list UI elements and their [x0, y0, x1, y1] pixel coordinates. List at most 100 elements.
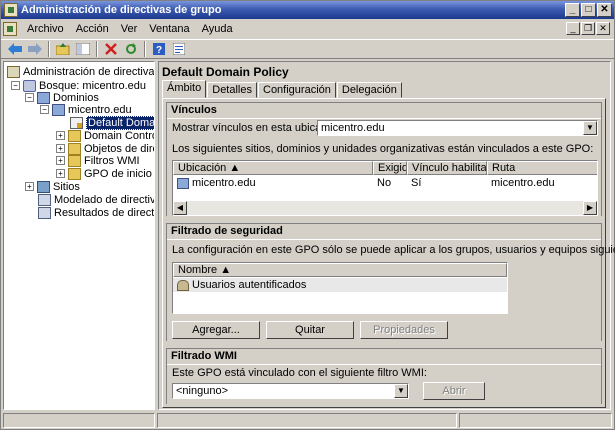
security-filtering-section: Filtrado de seguridad La configuración e… [166, 223, 615, 341]
console-tree[interactable]: Administración de directivas de gr − Bos… [3, 61, 155, 410]
status-cell [157, 413, 457, 428]
tab-configuracion[interactable]: Configuración [258, 82, 336, 98]
folder-icon [68, 142, 81, 155]
document-menu-icon[interactable] [3, 22, 17, 36]
results-icon [38, 206, 51, 219]
status-cell [3, 413, 155, 428]
wmi-body: Este GPO está vinculado con el siguiente… [167, 365, 601, 404]
up-folder-button[interactable] [53, 40, 73, 58]
menu-ventana[interactable]: Ventana [143, 20, 195, 38]
wmi-filtering-section: Filtrado WMI Este GPO está vinculado con… [166, 348, 602, 404]
tree-item-domain[interactable]: − micentro.edu [40, 103, 132, 116]
minimize-button[interactable]: _ [565, 3, 580, 17]
security-description: La configuración en este GPO sólo se pue… [172, 244, 615, 256]
toolbar-separator [96, 41, 98, 57]
column-vinculo-habilitado[interactable]: Vínculo habilitado [407, 161, 487, 175]
gpo-link-icon [70, 116, 83, 129]
wmi-header: Filtrado WMI [167, 349, 601, 364]
properties-button[interactable]: Propiedades [360, 321, 448, 339]
menu-bar: Archivo Acción Ver Ventana Ayuda _ ❐ ✕ [1, 20, 614, 38]
delete-button[interactable] [101, 40, 121, 58]
collapse-icon[interactable]: − [40, 105, 49, 114]
properties-button[interactable] [169, 40, 189, 58]
menu-ver[interactable]: Ver [115, 20, 144, 38]
expand-icon[interactable]: + [56, 131, 65, 140]
list-item[interactable]: Usuarios autentificados [173, 278, 507, 292]
tab-delegacion[interactable]: Delegación [336, 82, 402, 98]
domains-icon [37, 91, 50, 104]
show-tree-button[interactable] [73, 40, 93, 58]
refresh-icon [126, 43, 136, 54]
collapse-icon[interactable]: − [25, 93, 34, 102]
properties-icon [173, 43, 185, 55]
maximize-button[interactable]: □ [581, 3, 596, 17]
show-tree-icon [76, 43, 90, 55]
title-bar[interactable]: Administración de directivas de grupo _ … [1, 1, 614, 19]
collapse-icon[interactable]: − [11, 81, 20, 90]
remove-button[interactable]: Quitar [266, 321, 354, 339]
gpmc-icon [7, 65, 20, 78]
tree-item-domain-controllers[interactable]: + Domain Controller [56, 129, 154, 142]
tree-item-modeling[interactable]: Modelado de directivas de [38, 193, 154, 206]
wmi-filter-combobox[interactable]: <ninguno> ▼ [172, 383, 409, 399]
links-body: Mostrar vínculos en esta ubicación: mice… [167, 119, 601, 216]
expand-icon[interactable]: + [56, 156, 65, 165]
folder-icon [68, 154, 81, 167]
tree-item-starter-gpos[interactable]: + GPO de inicio [56, 167, 152, 180]
security-header: Filtrado de seguridad [167, 224, 601, 239]
forward-button[interactable] [25, 40, 45, 58]
tree-item-sites[interactable]: + Sitios [25, 180, 80, 193]
domain-icon [177, 177, 189, 189]
menu-archivo[interactable]: Archivo [21, 20, 70, 38]
delete-icon [105, 43, 117, 55]
menu-ayuda[interactable]: Ayuda [196, 20, 239, 38]
tree-item-root[interactable]: Administración de directivas de gr [7, 65, 154, 78]
back-button[interactable] [5, 40, 25, 58]
mdi-restore-button[interactable]: ❐ [581, 22, 595, 35]
menu-accion[interactable]: Acción [70, 20, 115, 38]
security-list-header: Nombre ▲ [173, 263, 507, 277]
table-row[interactable]: micentro.edu No Sí micentro.edu [173, 176, 597, 190]
domain-icon [52, 103, 65, 116]
open-button[interactable]: Abrir [423, 382, 485, 400]
tab-strip: Ámbito Detalles Configuración Delegación [162, 80, 403, 98]
expand-icon[interactable]: + [56, 144, 65, 153]
mdi-close-button[interactable]: ✕ [596, 22, 610, 35]
mdi-controls: _ ❐ ✕ [566, 22, 610, 35]
sites-icon [37, 180, 50, 193]
links-horizontal-scrollbar[interactable]: ◀ ▶ [173, 201, 597, 215]
close-button[interactable]: ✕ [597, 3, 612, 17]
help-icon: ? [153, 43, 165, 55]
dropdown-arrow-icon[interactable]: ▼ [394, 384, 408, 398]
tree-item-wmi-filters[interactable]: + Filtros WMI [56, 154, 140, 167]
scroll-right-icon[interactable]: ▶ [583, 201, 597, 215]
tree-item-default-domain-policy[interactable]: Default Domain Po [70, 115, 154, 130]
refresh-button[interactable] [121, 40, 141, 58]
expand-icon[interactable]: + [56, 169, 65, 178]
forward-icon [28, 43, 42, 55]
security-listview[interactable]: Nombre ▲ Usuarios autentificados [172, 262, 508, 314]
column-nombre[interactable]: Nombre ▲ [173, 263, 507, 277]
expand-icon[interactable]: + [25, 182, 34, 191]
links-listview[interactable]: Ubicación ▲ Exigida Vínculo habilitado R… [172, 160, 598, 216]
location-combobox[interactable]: micentro.edu ▼ [317, 120, 598, 136]
add-button[interactable]: Agregar... [172, 321, 260, 339]
links-description: Los siguientes sitios, dominios y unidad… [172, 143, 594, 155]
scroll-left-icon[interactable]: ◀ [173, 201, 187, 215]
sort-asc-icon: ▲ [220, 264, 232, 276]
tab-detalles[interactable]: Detalles [207, 82, 257, 98]
window-title: Administración de directivas de grupo [21, 4, 222, 16]
column-ruta[interactable]: Ruta [487, 161, 597, 175]
mdi-minimize-button[interactable]: _ [566, 22, 580, 35]
svg-text:?: ? [156, 45, 162, 55]
links-header: Vínculos [167, 103, 601, 118]
wmi-description: Este GPO está vinculado con el siguiente… [172, 367, 427, 379]
column-exigida[interactable]: Exigida [373, 161, 407, 175]
tree-item-results[interactable]: Resultados de directivas d [38, 206, 154, 219]
main-window: Administración de directivas de grupo _ … [0, 0, 615, 430]
tab-ambito[interactable]: Ámbito [162, 80, 207, 98]
dropdown-arrow-icon[interactable]: ▼ [583, 121, 597, 135]
column-ubicacion[interactable]: Ubicación ▲ [173, 161, 373, 175]
help-button[interactable]: ? [149, 40, 169, 58]
sort-asc-icon: ▲ [229, 162, 241, 174]
